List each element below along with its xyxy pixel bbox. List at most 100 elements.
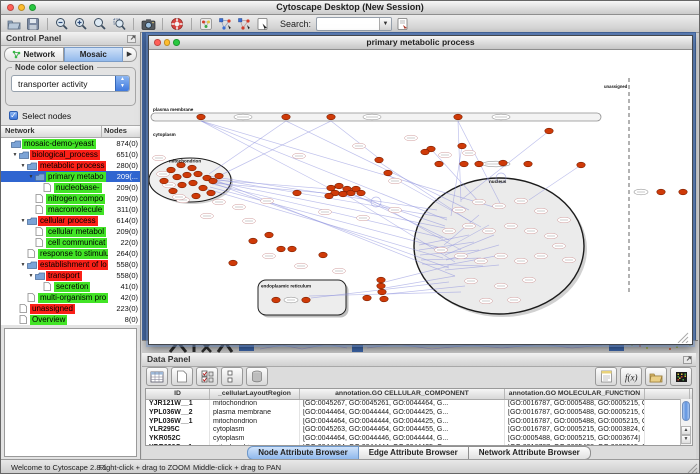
- tab-network-attribute-browser[interactable]: Network Attribute Browser: [469, 446, 591, 460]
- network-file-icon: [35, 205, 46, 214]
- expand-arrow-icon[interactable]: ▼: [27, 273, 35, 279]
- tree-item-node-count: 209(0): [115, 194, 138, 203]
- zoom-in-icon[interactable]: [73, 16, 89, 31]
- tab-node-attribute-browser[interactable]: Node Attribute Browser: [247, 446, 359, 460]
- annotation-icon[interactable]: [255, 16, 271, 31]
- tree-item-label: biological_process: [30, 150, 100, 160]
- zoom-selected-region-icon[interactable]: [111, 16, 127, 31]
- expand-arrow-icon[interactable]: ▼: [19, 163, 27, 169]
- expand-arrow-icon[interactable]: ▼: [27, 174, 35, 180]
- svg-text:plasma membrane: plasma membrane: [153, 107, 194, 112]
- tree-item[interactable]: unassigned223(0): [1, 303, 140, 314]
- scroll-down-icon[interactable]: ▼: [681, 435, 691, 444]
- attribute-table-icon[interactable]: [146, 367, 168, 386]
- more-tabs-arrow-icon[interactable]: ▶: [123, 47, 137, 62]
- save-session-icon[interactable]: [25, 16, 41, 31]
- table-cell: YPL036W__2: [146, 409, 210, 418]
- expand-arrow-icon[interactable]: ▼: [11, 152, 19, 158]
- tab-network[interactable]: Network: [4, 47, 64, 62]
- help-lifebuoy-icon[interactable]: [169, 16, 185, 31]
- table-row[interactable]: YJR121W__1mitochondrion[GO:0045267, GO:0…: [146, 400, 692, 409]
- tree-item[interactable]: mosaic-demo-yeast874(0): [1, 138, 140, 149]
- zoom-window-icon[interactable]: [29, 4, 36, 11]
- tree-header-nodes[interactable]: Nodes: [101, 126, 140, 137]
- apply-layout-icon[interactable]: [217, 16, 233, 31]
- table-scrollbar[interactable]: ▲ ▼: [680, 399, 692, 445]
- search-input[interactable]: ▼: [316, 17, 392, 31]
- attribute-columns-icon[interactable]: [221, 367, 243, 386]
- attribute-matrix-icon[interactable]: [670, 367, 692, 386]
- snapshot-icon[interactable]: [140, 16, 156, 31]
- tree-item[interactable]: cell communicat22(0): [1, 237, 140, 248]
- select-attributes-icon[interactable]: [196, 367, 218, 386]
- tree-item-node-count: 651(0): [115, 150, 138, 159]
- minimize-icon[interactable]: [18, 4, 25, 11]
- zoom-actual-size-icon[interactable]: [92, 16, 108, 31]
- float-panel-icon[interactable]: [127, 34, 137, 47]
- table-row[interactable]: YPL036W__2plasma membrane[GO:0044464, GO…: [146, 409, 692, 418]
- scroll-up-icon[interactable]: ▲: [681, 426, 691, 435]
- tree-item-node-count: 311(0): [116, 205, 138, 214]
- close-icon[interactable]: [154, 39, 161, 46]
- tree-item[interactable]: ▼primary metabo209(...: [1, 171, 140, 182]
- zoom-window-icon[interactable]: [173, 39, 180, 46]
- tree-item[interactable]: cellular metabol209(0): [1, 226, 140, 237]
- column-header[interactable]: annotation.GO MOLECULAR_FUNCTION: [505, 389, 645, 399]
- network-window-titlebar[interactable]: primary metabolic process: [149, 36, 692, 50]
- tree-item[interactable]: Overview8(0): [1, 314, 140, 325]
- tree-item[interactable]: response to stimulu264(0): [1, 248, 140, 259]
- column-header[interactable]: [645, 389, 690, 399]
- column-header[interactable]: annotation.GO CELLULAR_COMPONENT: [300, 389, 505, 399]
- tab-edge-attribute-browser[interactable]: Edge Attribute Browser: [359, 446, 469, 460]
- tree-item[interactable]: ▼metabolic process280(0): [1, 160, 140, 171]
- network-canvas[interactable]: plasma membranecytoplasmmitochondrionnuc…: [149, 50, 690, 343]
- dropdown-stepper-icon[interactable]: ▲▼: [115, 76, 129, 91]
- tree-item[interactable]: nitrogen compo209(0): [1, 193, 140, 204]
- delete-attribute-icon[interactable]: [246, 367, 268, 386]
- data-panel: Data Panel f(x) ID_cellularLayoutRegiona…: [142, 353, 696, 460]
- select-nodes-checkbox[interactable]: ✓: [9, 111, 18, 120]
- tree-header-network[interactable]: Network: [1, 126, 101, 137]
- tree-item[interactable]: nucleobase-209(0): [1, 182, 140, 193]
- column-header[interactable]: _cellularLayoutRegion: [210, 389, 300, 399]
- tree-item[interactable]: ▼transport558(0): [1, 270, 140, 281]
- scrollbar-arrows: ▲ ▼: [681, 426, 691, 444]
- table-row[interactable]: YKR052Ccytoplasm[GO:0044464, GO:0044446,…: [146, 435, 692, 444]
- node-color-selection-label: Node color selection: [12, 63, 97, 72]
- filter-edit-icon[interactable]: [395, 16, 411, 31]
- minimize-icon[interactable]: [164, 39, 171, 46]
- create-attribute-icon[interactable]: [171, 367, 193, 386]
- attribute-table[interactable]: ID_cellularLayoutRegionannotation.GO CEL…: [145, 388, 693, 446]
- notepad-icon[interactable]: [595, 367, 617, 386]
- tree-item[interactable]: ▼cellular process614(0): [1, 215, 140, 226]
- tree-item[interactable]: ▼ biological_process 651(0): [1, 149, 140, 160]
- column-header[interactable]: ID: [146, 389, 210, 399]
- function-builder-icon[interactable]: f(x): [620, 367, 642, 386]
- birdseye-view[interactable]: [4, 328, 137, 457]
- tree-item[interactable]: macromolecule311(0): [1, 204, 140, 215]
- node-color-dropdown[interactable]: transporter activity ▲▼: [11, 75, 130, 92]
- tree-item[interactable]: ▼establishment of lo558(0): [1, 259, 140, 270]
- tab-mosaic[interactable]: Mosaic: [64, 47, 124, 62]
- table-row[interactable]: YLR295Ccytoplasm[GO:0045263, GO:0044464,…: [146, 426, 692, 435]
- open-file-icon[interactable]: [6, 16, 22, 31]
- tree-item[interactable]: multi-organism pro42(0): [1, 292, 140, 303]
- vizmapper-icon[interactable]: [198, 16, 214, 31]
- import-attributes-icon[interactable]: [645, 367, 667, 386]
- data-panel-header: Data Panel: [142, 353, 696, 367]
- apply-layout-alt-icon[interactable]: [236, 16, 252, 31]
- tree-item-label: establishment of lo: [38, 260, 108, 270]
- close-icon[interactable]: [7, 4, 14, 11]
- search-dropdown-icon[interactable]: ▼: [379, 18, 391, 30]
- network-view-window[interactable]: primary metabolic process plasma membran…: [148, 35, 693, 345]
- table-row[interactable]: YPL036W__1mitochondrion[GO:0044464, GO:0…: [146, 418, 692, 427]
- zoom-out-icon[interactable]: [54, 16, 70, 31]
- expand-arrow-icon[interactable]: ▼: [19, 262, 27, 268]
- expand-arrow-icon[interactable]: ▼: [19, 218, 27, 224]
- scrollbar-thumb[interactable]: [682, 401, 690, 421]
- cytoscape-app-window: Cytoscape Desktop (New Session) Search: …: [0, 0, 700, 474]
- network-file-icon: [43, 183, 54, 192]
- tree-item[interactable]: secretion41(0): [1, 281, 140, 292]
- resize-grip-icon[interactable]: [687, 463, 698, 472]
- tree-item-label: transport: [46, 271, 82, 281]
